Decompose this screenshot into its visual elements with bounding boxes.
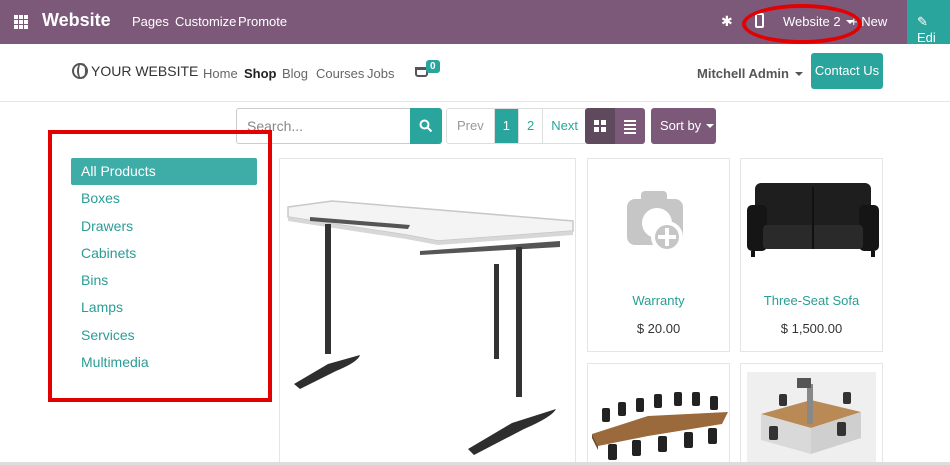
product-price: $ 1,500.00 [780,321,843,336]
browser-page: Website Pages Customize Promote ✱ Websit… [0,0,950,465]
nav-shop[interactable]: Shop [244,66,277,81]
pager-page-2[interactable]: 2 [519,109,544,143]
workstation-image [747,372,876,463]
grid-view-button[interactable] [585,108,615,144]
product-card-workstation[interactable] [740,363,883,463]
pencil-icon: ✎ [917,14,928,29]
user-name: Mitchell Admin [697,66,789,81]
bug-icon[interactable]: ✱ [721,13,733,30]
edit-button-label: Edi [917,30,936,45]
product-price: $ 20.00 [636,321,681,336]
caret-down-icon [794,72,803,76]
menu-pages[interactable]: Pages [132,14,169,29]
desk-image [287,200,574,455]
product-card-warranty[interactable]: Warranty $ 20.00 [587,158,730,352]
search-icon [419,119,433,133]
cart-link[interactable]: 0 [415,60,440,82]
caret-down-icon [706,124,715,128]
product-card-sofa[interactable]: Three-Seat Sofa $ 1,500.00 [740,158,883,352]
product-name[interactable]: Three-Seat Sofa [741,293,882,308]
nav-jobs[interactable]: Jobs [367,66,394,81]
camera-placeholder-icon [627,191,683,253]
pager: Prev 1 2 Next [446,108,587,144]
nav-courses[interactable]: Courses [316,66,364,81]
product-name[interactable]: Warranty [588,293,729,308]
product-card-conference-table[interactable] [587,363,730,463]
cart-count-badge: 0 [426,60,440,73]
logo-text: YOUR WEBSITE [91,63,199,79]
sofa-image [747,183,879,257]
site-header: YOUR WEBSITE Home Shop Blog Courses Jobs… [0,44,950,102]
contact-us-button[interactable]: Contact Us [811,53,883,89]
user-menu[interactable]: Mitchell Admin [697,66,803,81]
product-card-desk[interactable] [279,158,576,462]
site-logo[interactable]: YOUR WEBSITE [72,63,198,79]
highlight-box [48,130,272,402]
menu-customize[interactable]: Customize [175,14,236,29]
search-button[interactable] [410,108,442,144]
admin-brand[interactable]: Website [42,10,111,31]
nav-blog[interactable]: Blog [282,66,308,81]
pager-page-1[interactable]: 1 [494,109,519,143]
menu-promote[interactable]: Promote [238,14,287,29]
sort-by-dropdown[interactable]: Sort by [651,108,716,144]
new-button-label: New [861,14,888,29]
highlight-oval [742,4,862,44]
edit-button[interactable]: ✎ Edi [907,0,950,45]
pager-prev[interactable]: Prev [447,109,495,143]
nav-home[interactable]: Home [203,66,238,81]
apps-grid-icon[interactable] [14,15,28,29]
sort-by-label: Sort by [660,118,702,133]
pager-next[interactable]: Next [543,109,586,143]
conference-table-image [592,392,728,460]
globe-icon [72,63,88,79]
list-view-button[interactable] [615,108,645,144]
